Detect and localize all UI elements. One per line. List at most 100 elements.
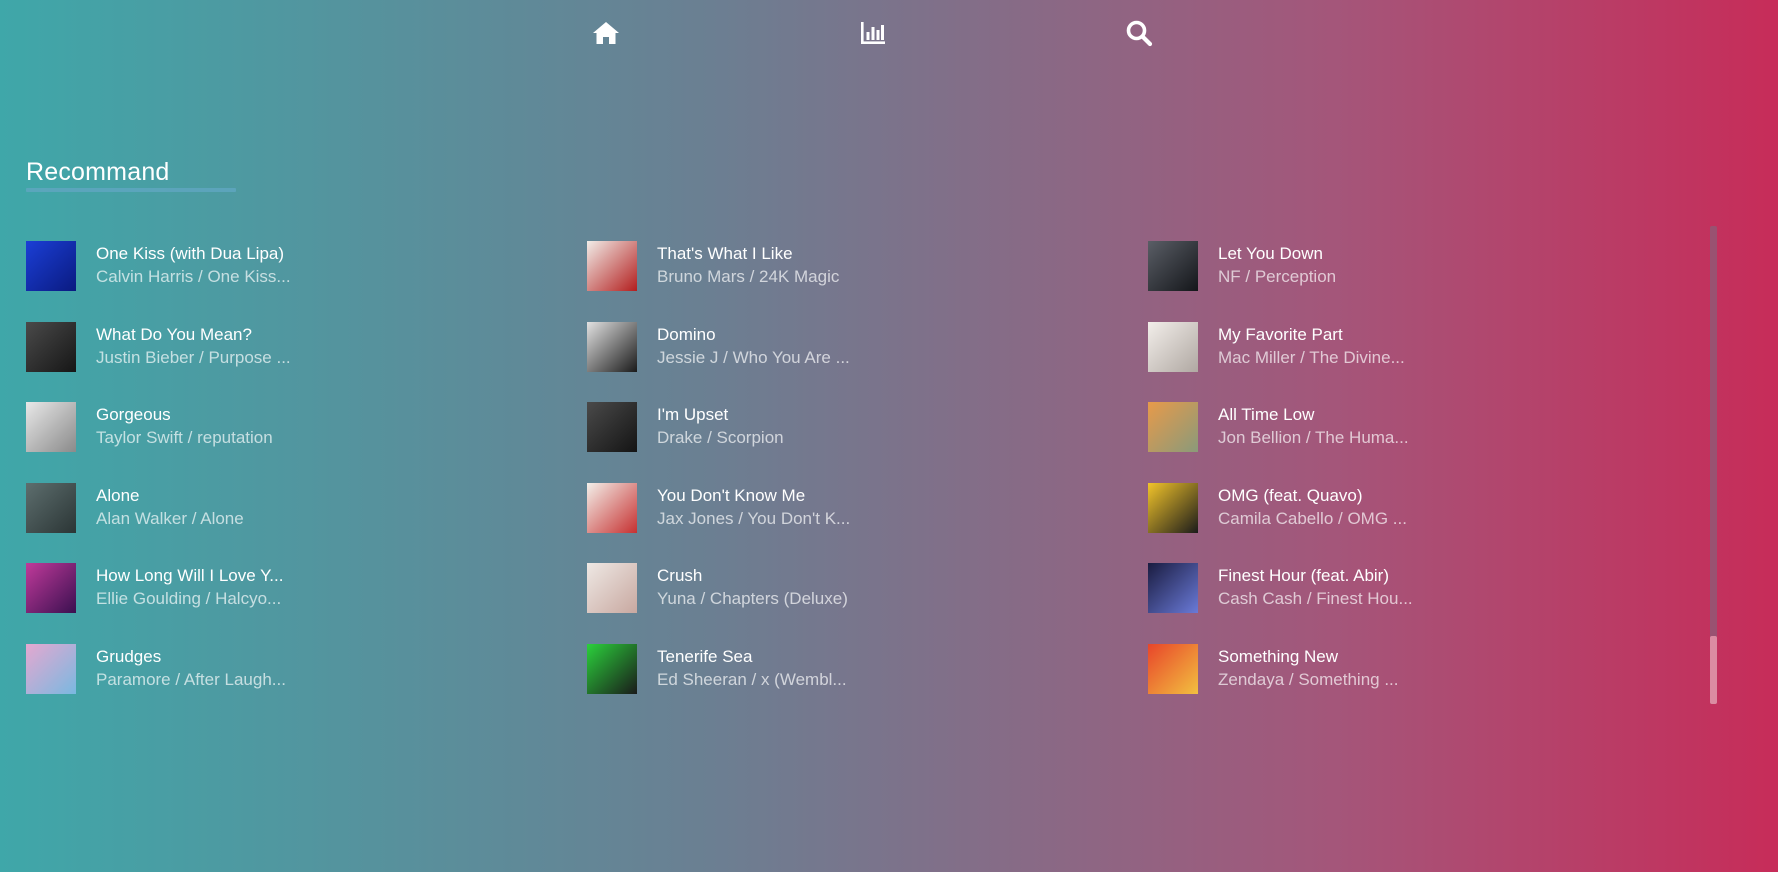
track-meta: Something New Zendaya / Something ...: [1218, 646, 1399, 692]
album-cover: [1148, 482, 1198, 533]
track-artist-album: NF / Perception: [1218, 267, 1337, 286]
track-artist-album: Jessie J / Who You Are ...: [657, 347, 850, 367]
track-item[interactable]: You Don't Know Me Jax Jones / You Don't K…: [587, 482, 1107, 534]
track-item[interactable]: I'm Upset Drake / Scorpion: [587, 401, 1107, 453]
track-title: You Don't Know Me: [657, 485, 806, 505]
title-underline: [26, 188, 236, 192]
track-item[interactable]: One Kiss (with Dua Lipa) Calvin Harris / …: [26, 240, 546, 292]
track-item[interactable]: Something New Zendaya / Something ...: [1148, 643, 1668, 695]
album-cover: [587, 643, 637, 694]
bar-chart-icon: [861, 22, 885, 44]
album-cover: [1148, 321, 1198, 372]
track-item[interactable]: Let You Down NF / Perception: [1148, 240, 1668, 292]
album-cover: [26, 643, 76, 694]
track-title: That's What I Like: [657, 244, 793, 263]
track-item[interactable]: What Do You Mean? Justin Bieber / Purpose…: [26, 321, 546, 373]
album-cover: [26, 321, 76, 372]
album-cover: [1148, 563, 1198, 613]
track-grid: One Kiss (with Dua Lipa) Calvin Harris / …: [26, 240, 1706, 700]
track-meta: Alone Alan Walker / Alone: [96, 485, 244, 531]
album-cover: [587, 402, 637, 452]
track-meta: All Time Low Jon Bellion / The Huma...: [1218, 404, 1409, 450]
track-artist-album: Calvin Harris / One Kiss...: [96, 267, 291, 286]
track-item[interactable]: Alone Alan Walker / Alone: [26, 482, 546, 534]
track-meta: OMG (feat. Quavo) Camila Cabello / OMG ..…: [1218, 485, 1407, 531]
track-item[interactable]: My Favorite Part Mac Miller / The Divine.…: [1148, 321, 1668, 373]
track-artist-album: Jax Jones / You Don't K...: [657, 508, 851, 528]
section-title: Recommand: [26, 158, 170, 186]
track-meta: One Kiss (with Dua Lipa) Calvin Harris / …: [96, 243, 291, 289]
top-navigation: [0, 18, 1778, 48]
track-item[interactable]: Tenerife Sea Ed Sheeran / x (Wembl...: [587, 643, 1107, 695]
track-title: Crush: [657, 566, 703, 585]
track-artist-album: Yuna / Chapters (Deluxe): [657, 589, 848, 608]
charts-button[interactable]: [856, 18, 890, 48]
track-meta: Tenerife Sea Ed Sheeran / x (Wembl...: [657, 646, 847, 692]
track-item[interactable]: All Time Low Jon Bellion / The Huma...: [1148, 401, 1668, 453]
track-artist-album: Mac Miller / The Divine...: [1218, 347, 1405, 367]
album-cover: [1148, 402, 1198, 452]
track-meta: Let You Down NF / Perception: [1218, 243, 1336, 289]
track-artist-album: Alan Walker / Alone: [96, 508, 244, 528]
track-title: Domino: [657, 324, 716, 344]
track-meta: What Do You Mean? Justin Bieber / Purpose…: [96, 324, 291, 370]
track-meta: Finest Hour (feat. Abir) Cash Cash / Fine…: [1218, 565, 1413, 611]
track-item[interactable]: OMG (feat. Quavo) Camila Cabello / OMG ..…: [1148, 482, 1668, 534]
track-meta: You Don't Know Me Jax Jones / You Don't K…: [657, 485, 850, 531]
album-cover: [587, 321, 637, 372]
track-artist-album: Camila Cabello / OMG ...: [1218, 508, 1407, 528]
track-artist-album: Jon Bellion / The Huma...: [1218, 428, 1409, 447]
album-cover: [26, 241, 76, 291]
track-artist-album: Paramore / After Laugh...: [96, 669, 286, 689]
track-meta: Gorgeous Taylor Swift / reputation: [96, 404, 273, 450]
track-meta: How Long Will I Love Y... Ellie Goulding …: [96, 565, 283, 611]
scrollbar[interactable]: [1710, 226, 1717, 704]
home-icon: [593, 22, 619, 44]
home-button[interactable]: [589, 18, 623, 48]
track-item[interactable]: How Long Will I Love Y... Ellie Goulding …: [26, 562, 546, 614]
track-title: OMG (feat. Quavo): [1218, 485, 1363, 505]
album-cover: [1148, 241, 1198, 291]
track-meta: My Favorite Part Mac Miller / The Divine.…: [1218, 324, 1405, 370]
search-button[interactable]: [1122, 18, 1156, 48]
track-artist-album: Drake / Scorpion: [657, 428, 784, 447]
track-artist-album: Ed Sheeran / x (Wembl...: [657, 669, 847, 689]
album-cover: [587, 482, 637, 533]
album-cover: [587, 241, 637, 291]
track-title: I'm Upset: [657, 405, 729, 424]
album-cover: [26, 482, 76, 533]
track-title: All Time Low: [1218, 405, 1315, 424]
track-title: Let You Down: [1218, 244, 1323, 263]
track-artist-album: Justin Bieber / Purpose ...: [96, 347, 291, 367]
track-artist-album: Zendaya / Something ...: [1218, 669, 1399, 689]
album-cover: [1148, 643, 1198, 694]
track-artist-album: Taylor Swift / reputation: [96, 428, 273, 447]
track-artist-album: Ellie Goulding / Halcyo...: [96, 589, 282, 608]
track-meta: Crush Yuna / Chapters (Deluxe): [657, 565, 848, 611]
track-meta: That's What I Like Bruno Mars / 24K Magic: [657, 243, 839, 289]
track-artist-album: Bruno Mars / 24K Magic: [657, 267, 840, 286]
album-cover: [26, 402, 76, 452]
track-item[interactable]: Crush Yuna / Chapters (Deluxe): [587, 562, 1107, 614]
scrollbar-thumb[interactable]: [1710, 636, 1717, 704]
search-icon: [1126, 20, 1153, 47]
track-title: What Do You Mean?: [96, 324, 252, 344]
track-artist-album: Cash Cash / Finest Hou...: [1218, 589, 1413, 608]
track-item[interactable]: Domino Jessie J / Who You Are ...: [587, 321, 1107, 373]
track-item[interactable]: Finest Hour (feat. Abir) Cash Cash / Fine…: [1148, 562, 1668, 614]
track-title: Alone: [96, 485, 140, 505]
track-title: My Favorite Part: [1218, 324, 1343, 344]
track-item[interactable]: That's What I Like Bruno Mars / 24K Magic: [587, 240, 1107, 292]
track-title: Tenerife Sea: [657, 646, 753, 666]
track-title: Something New: [1218, 646, 1339, 666]
track-title: Finest Hour (feat. Abir): [1218, 566, 1390, 585]
track-title: Gorgeous: [96, 405, 171, 424]
track-item[interactable]: Gorgeous Taylor Swift / reputation: [26, 401, 546, 453]
track-title: How Long Will I Love Y...: [96, 566, 284, 585]
track-title: One Kiss (with Dua Lipa): [96, 244, 285, 263]
track-meta: I'm Upset Drake / Scorpion: [657, 404, 784, 450]
track-item[interactable]: Grudges Paramore / After Laugh...: [26, 643, 546, 695]
album-cover: [587, 563, 637, 613]
album-cover: [26, 563, 76, 613]
track-meta: Grudges Paramore / After Laugh...: [96, 646, 286, 692]
